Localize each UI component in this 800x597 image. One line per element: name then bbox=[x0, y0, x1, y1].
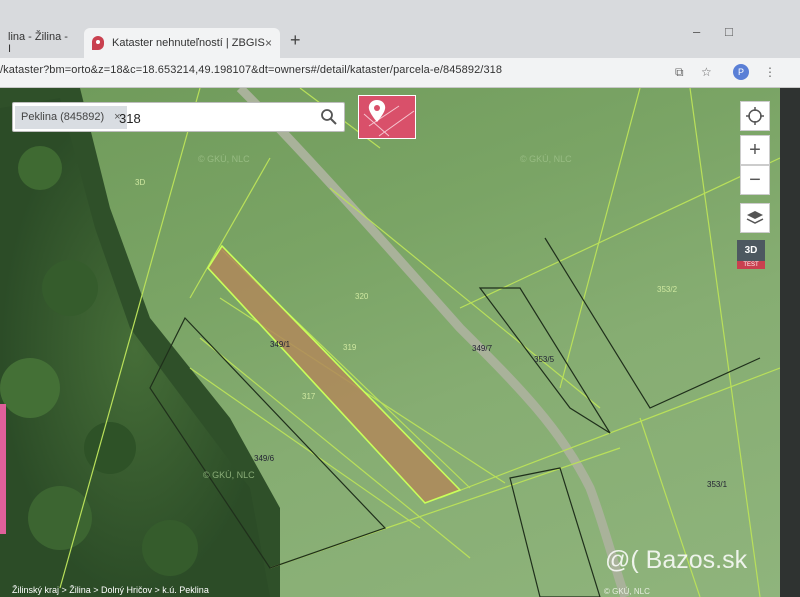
cadastre-filter-chip[interactable]: Peklina (845892) × bbox=[15, 106, 127, 129]
layers-icon[interactable] bbox=[740, 203, 770, 233]
minimize-button[interactable]: – bbox=[693, 24, 700, 39]
parcel-label[interactable]: 349/1 bbox=[270, 340, 290, 349]
parcel-label[interactable]: 353/1 bbox=[707, 480, 727, 489]
address-bar[interactable]: /kataster?bm=orto&z=18&c=18.653214,49.19… bbox=[0, 58, 800, 88]
search-box[interactable]: Peklina (845892) × bbox=[12, 102, 345, 132]
parcel-label[interactable]: 320 bbox=[355, 292, 368, 301]
parcel-label[interactable]: 319 bbox=[343, 343, 356, 352]
parcel-label[interactable]: 353/2 bbox=[657, 285, 677, 294]
translate-icon[interactable]: ⧉ bbox=[675, 65, 684, 80]
parcel-label[interactable]: 317 bbox=[302, 392, 315, 401]
attribution-mark: © GKÚ, NLC bbox=[198, 154, 250, 164]
profile-avatar[interactable]: P bbox=[733, 64, 749, 80]
parcel-label[interactable]: 349/6 bbox=[254, 454, 274, 463]
menu-kebab-icon[interactable]: ⋮ bbox=[764, 65, 776, 79]
close-icon[interactable]: × bbox=[265, 36, 272, 50]
maximize-button[interactable]: □ bbox=[725, 24, 733, 39]
crosshair-icon[interactable] bbox=[740, 101, 770, 131]
search-input[interactable] bbox=[119, 108, 309, 128]
tab-zilina[interactable]: lina - Žilina - I bbox=[0, 28, 82, 58]
basemap-switch-button[interactable] bbox=[358, 95, 416, 139]
edge-strip bbox=[0, 404, 6, 534]
mode-3d-test-badge: TEST bbox=[737, 261, 765, 269]
url-text[interactable]: /kataster?bm=orto&z=18&c=18.653214,49.19… bbox=[0, 64, 502, 76]
new-tab-button[interactable]: + bbox=[290, 30, 301, 51]
bookmark-star-icon[interactable]: ☆ bbox=[701, 65, 712, 79]
watermark: @( Bazos.sk bbox=[605, 546, 748, 574]
attribution-mark: © GKÚ, NLC bbox=[203, 470, 255, 480]
tab-label: Kataster nehnuteľností | ZBGIS bbox=[112, 37, 265, 49]
tab-label: lina - Žilina - I bbox=[8, 31, 68, 55]
zoom-out-button[interactable]: − bbox=[740, 165, 770, 195]
parcel-label[interactable]: 3D bbox=[135, 178, 145, 187]
chip-label: Peklina (845892) bbox=[21, 111, 105, 123]
attribution-mark: © GKÚ, NLC bbox=[520, 154, 572, 164]
location-pin-icon bbox=[92, 36, 104, 50]
parcel-overlay bbox=[59, 88, 780, 597]
parcel-label[interactable]: 353/5 bbox=[534, 355, 554, 364]
parcel-label[interactable]: 349/7 bbox=[472, 344, 492, 353]
map-copyright: © GKÚ, NLC bbox=[604, 587, 650, 596]
search-icon[interactable] bbox=[320, 108, 338, 126]
monitor-bezel bbox=[780, 88, 800, 597]
map-pin-icon bbox=[363, 100, 415, 137]
tab-kataster[interactable]: Kataster nehnuteľností | ZBGIS × bbox=[84, 28, 280, 58]
browser-tabstrip: lina - Žilina - I Kataster nehnuteľností… bbox=[0, 0, 800, 58]
map-canvas[interactable]: 349/1 319 320 317 349/6 349/7 353/5 353/… bbox=[0, 88, 780, 597]
breadcrumb: Žilinský kraj > Žilina > Dolný Hričov > … bbox=[12, 585, 209, 595]
zoom-in-button[interactable]: + bbox=[740, 135, 770, 165]
